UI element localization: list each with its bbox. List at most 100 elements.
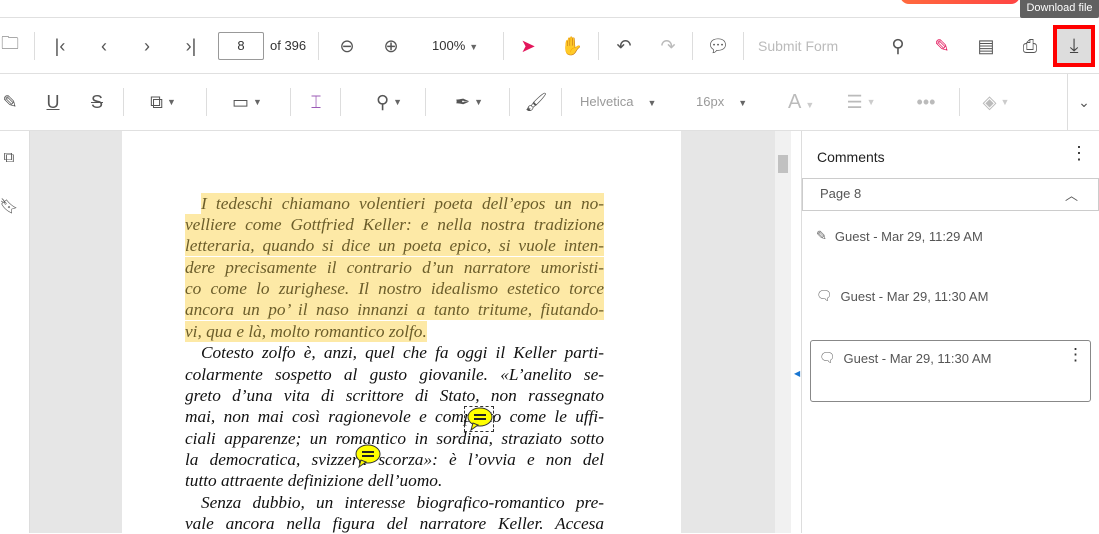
select-cursor-icon[interactable]: ➤ bbox=[514, 32, 542, 60]
comment-author-time: Guest - Mar 29, 11:30 AM bbox=[843, 350, 992, 366]
first-page-icon[interactable]: |‹ bbox=[46, 32, 74, 60]
text-line: greto d’una vita di scrittore di Stato, … bbox=[185, 386, 604, 405]
text-line: Senza dubbio, un interesse biografico-ro… bbox=[201, 493, 604, 512]
download-button[interactable]: ⤓ bbox=[1053, 25, 1095, 67]
chevron-up-icon: ︿ bbox=[1065, 188, 1079, 203]
highlighted-text-line: ancora un po’ il naso innanzi a tanto tr… bbox=[185, 299, 604, 320]
text-line: ciali apparenze; un romantico in sordina… bbox=[185, 429, 604, 448]
page-group-header[interactable]: Page 8 ︿ bbox=[802, 178, 1099, 211]
text-line: tutto attraente definizione dell’uomo. bbox=[185, 471, 443, 490]
comment-author-time: Guest - Mar 29, 11:29 AM bbox=[834, 228, 983, 244]
font-size-dropdown[interactable]: 16px ▼ bbox=[696, 88, 747, 117]
bookmark-icon[interactable]: 🔖︎ bbox=[0, 192, 23, 220]
zoom-out-icon[interactable]: ⊖ bbox=[333, 32, 361, 60]
pan-hand-icon[interactable]: ✋ bbox=[558, 32, 586, 60]
text-line: la democratica, svizzera scorza»: è l’ov… bbox=[185, 450, 604, 469]
text-line: mai, non mai così ragionevole e composto… bbox=[185, 407, 604, 426]
annotation-toolbar: ✎ U S ⧉ ▼ ▭ ▼ ⌶ ⚲ ▼ ✒ ▼ 🖌︎ Helvetica ▼ 16px ▼ … bbox=[0, 74, 1099, 131]
zoom-dropdown[interactable]: 100% ▼ bbox=[432, 32, 478, 61]
font-family-dropdown[interactable]: Helvetica ▼ bbox=[580, 88, 656, 117]
divider bbox=[959, 88, 960, 116]
print-icon[interactable]: ⎙ bbox=[1016, 32, 1044, 60]
free-text-icon[interactable]: ⌶ bbox=[302, 88, 330, 116]
add-comment-icon[interactable]: 💬︎ bbox=[704, 32, 732, 60]
download-tooltip: Download file bbox=[1020, 0, 1099, 18]
font-family-value: Helvetica bbox=[580, 94, 634, 109]
highlighted-text-line: letteraria, quando si dice un poeta epic… bbox=[185, 235, 604, 256]
highlighted-text-line: I tedeschi chiamano volentieri poeta del… bbox=[201, 193, 604, 214]
divider bbox=[340, 88, 341, 116]
comment-item[interactable]: 🗨︎ Guest - Mar 29, 11:30 AM bbox=[816, 288, 988, 304]
comments-panel: Comments ⋮ Page 8 ︿ ✎ Guest - Mar 29, 11:… bbox=[802, 131, 1099, 533]
divider bbox=[509, 88, 510, 116]
scrollbar-thumb[interactable] bbox=[778, 155, 788, 173]
font-size-value: 16px bbox=[696, 94, 725, 109]
sticky-note-icon[interactable] bbox=[464, 406, 494, 432]
comment-item[interactable]: 🗨︎ Guest - Mar 29, 11:30 AM bbox=[819, 350, 991, 366]
divider bbox=[290, 88, 291, 116]
divider bbox=[503, 32, 504, 60]
page-total: of 396 bbox=[270, 38, 307, 53]
strikethrough-icon[interactable]: S bbox=[83, 88, 111, 116]
measure-dropdown[interactable]: ▭ ▼ bbox=[226, 88, 268, 116]
divider bbox=[425, 88, 426, 116]
comments-menu-icon[interactable]: ⋮ bbox=[1070, 143, 1088, 164]
comment-icon: 🗨︎ bbox=[819, 350, 836, 365]
comment-panel-splitter[interactable]: ◀ bbox=[791, 131, 802, 533]
highlighted-text-line: dere precisamente il contrario d’un narr… bbox=[185, 257, 604, 278]
font-color-dropdown[interactable]: A ▼ bbox=[788, 88, 814, 119]
page-number-input[interactable]: 8 bbox=[218, 32, 264, 60]
submit-form-button[interactable]: Submit Form bbox=[758, 32, 838, 60]
divider bbox=[123, 88, 124, 116]
text-line: Cotesto zolfo è, anzi, quel che fa oggi … bbox=[201, 343, 604, 362]
divider bbox=[598, 32, 599, 60]
pdf-page: I tedeschi chiamano volentieri poeta del… bbox=[122, 131, 681, 533]
previous-page-icon[interactable]: ‹ bbox=[90, 32, 118, 60]
divider bbox=[206, 88, 207, 116]
undo-icon[interactable]: ↶ bbox=[610, 32, 638, 60]
text-align-dropdown[interactable]: ☰ ▼ bbox=[840, 88, 882, 116]
stamp-dropdown[interactable]: ⚲ ▼ bbox=[364, 88, 414, 116]
open-folder-icon[interactable]: 🗀 bbox=[0, 32, 24, 60]
underline-icon[interactable]: U bbox=[39, 88, 67, 116]
last-page-icon[interactable]: ›| bbox=[177, 32, 205, 60]
page-group-label: Page 8 bbox=[820, 186, 862, 201]
divider bbox=[743, 32, 744, 60]
text-line: colarmente sospetto al gusto giovanile. … bbox=[185, 365, 604, 384]
collapse-arrow-icon[interactable]: ◀ bbox=[794, 369, 800, 378]
font-color-value: A bbox=[788, 91, 802, 113]
fill-color-dropdown[interactable]: ◈ ▼ bbox=[978, 88, 1014, 116]
text-line: vale ancora nella figura del narratore K… bbox=[185, 514, 604, 533]
comment-menu-icon[interactable]: ⋮ bbox=[1067, 345, 1084, 365]
expand-toolbar-icon[interactable]: ⌄ bbox=[1070, 88, 1098, 116]
edit-annotation-icon[interactable]: ✎ bbox=[928, 32, 956, 60]
comment-author-time: Guest - Mar 29, 11:30 AM bbox=[840, 288, 989, 304]
chevron-down-icon: ▼ bbox=[469, 42, 479, 52]
zoom-in-icon[interactable]: ⊕ bbox=[377, 32, 405, 60]
signature-dropdown[interactable]: ✒ ▼ bbox=[448, 88, 490, 116]
comment-item[interactable]: ✎ Guest - Mar 29, 11:29 AM bbox=[816, 228, 983, 244]
next-page-icon[interactable]: › bbox=[133, 32, 161, 60]
search-icon[interactable]: ⚲ bbox=[884, 32, 912, 60]
sticky-note-icon[interactable] bbox=[353, 444, 381, 469]
banner-button[interactable] bbox=[900, 0, 1020, 4]
more-options-icon[interactable]: ••• bbox=[912, 88, 940, 116]
vertical-scrollbar[interactable] bbox=[775, 131, 791, 533]
ink-brush-icon[interactable]: 🖌︎ bbox=[522, 88, 550, 116]
form-fields-icon[interactable]: ▤ bbox=[972, 32, 1000, 60]
highlight-icon[interactable]: ✎ bbox=[0, 88, 24, 116]
comment-icon: 🗨︎ bbox=[816, 288, 833, 303]
highlighted-text-line: velliere come Gottfried Keller: e nella … bbox=[185, 214, 604, 235]
document-viewer: I tedeschi chiamano volentieri poeta del… bbox=[30, 131, 775, 533]
redo-icon[interactable]: ↷ bbox=[654, 32, 682, 60]
page-thumbnails-icon[interactable]: ⧉ bbox=[0, 143, 23, 171]
highlighted-text-line: vi, qua e là, molto romantico zolfo. bbox=[185, 321, 427, 342]
left-navigation-panel: ⧉ 🔖︎ bbox=[0, 131, 30, 533]
shapes-dropdown[interactable]: ⧉ ▼ bbox=[142, 88, 184, 116]
top-strip bbox=[0, 0, 1099, 18]
comments-title: Comments bbox=[817, 149, 885, 165]
highlight-icon: ✎ bbox=[816, 228, 827, 243]
divider bbox=[561, 88, 562, 116]
divider bbox=[692, 32, 693, 60]
divider bbox=[34, 32, 35, 60]
